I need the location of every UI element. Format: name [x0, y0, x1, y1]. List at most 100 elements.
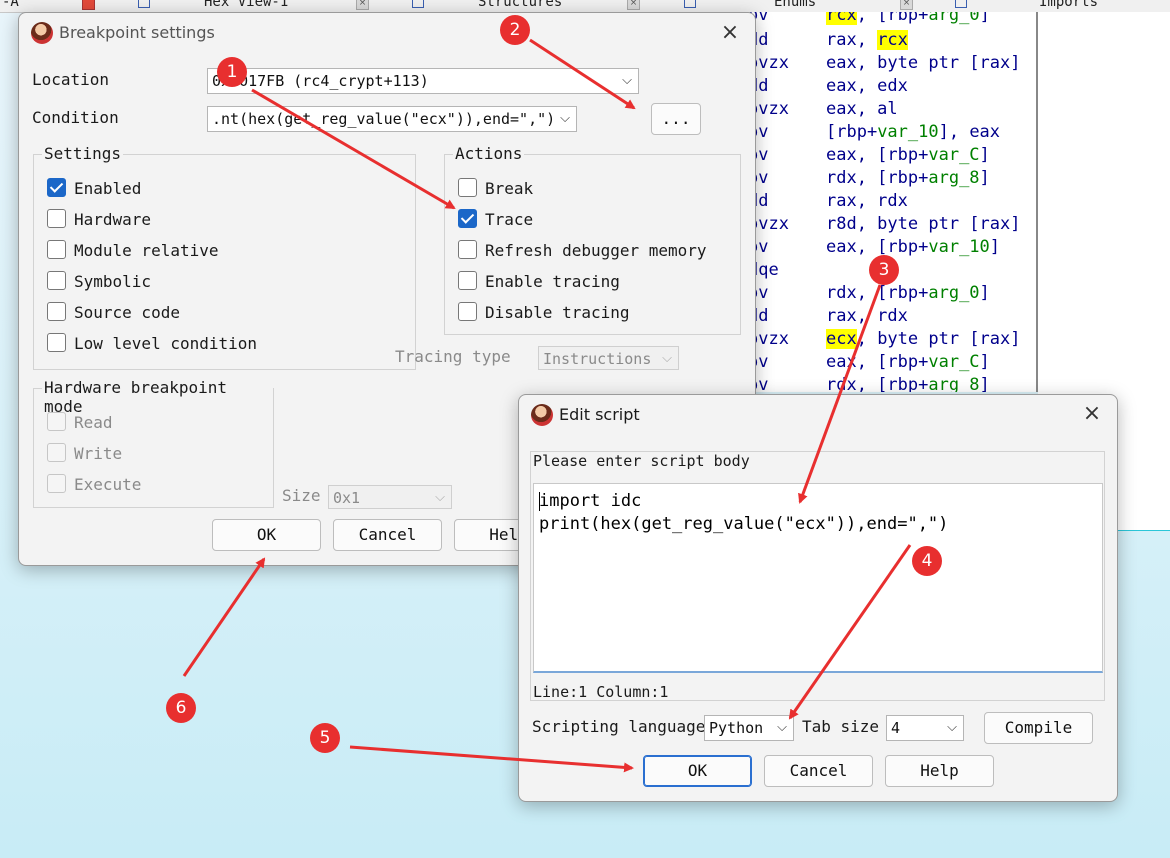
tracing-type-value: Instructions: [543, 350, 652, 368]
scripting-language-combo[interactable]: Python ⌵: [704, 715, 794, 741]
hardware-checkbox[interactable]: [47, 209, 66, 228]
refresh-memory-checkbox[interactable]: [458, 240, 477, 259]
source-code-label: Source code: [74, 303, 180, 322]
asm-operands: eax, [rbp+var_10]: [826, 237, 1001, 257]
tracing-type-label: Tracing type: [395, 347, 511, 366]
symbolic-label: Symbolic: [74, 272, 152, 291]
scripting-language-label: Scripting language: [532, 717, 706, 736]
asm-operands: r8d, byte ptr [rax]: [826, 214, 1021, 234]
write-checkbox[interactable]: [47, 443, 66, 462]
dialog-title: Edit script: [559, 405, 640, 424]
asm-operands: rdx, [rbp+arg_8]: [826, 375, 990, 392]
enabled-checkbox[interactable]: [47, 178, 66, 197]
hw-mode-group: Hardware breakpoint mode: [33, 378, 274, 508]
tracing-type-combo[interactable]: Instructions ⌵: [538, 346, 679, 370]
condition-combo[interactable]: .nt(hex(get_reg_value("ecx")),end=",") ⌵: [207, 106, 577, 132]
condition-label: Condition: [32, 108, 119, 127]
close-icon[interactable]: ×: [627, 0, 640, 10]
chevron-down-icon: ⌵: [777, 720, 787, 735]
execute-label: Execute: [74, 475, 142, 494]
tab-size-label: Tab size: [802, 717, 880, 736]
break-label: Break: [485, 179, 534, 198]
hardware-label: Hardware: [74, 210, 152, 229]
enable-tracing-checkbox[interactable]: [458, 271, 477, 290]
read-label: Read: [74, 413, 113, 432]
execute-checkbox[interactable]: [47, 474, 66, 493]
symbolic-checkbox[interactable]: [47, 271, 66, 290]
annotation-marker: 4: [912, 546, 942, 576]
tab-label: Structures: [478, 0, 563, 10]
tab-enums[interactable]: Enums: [684, 0, 816, 12]
location-label: Location: [32, 70, 110, 89]
chevron-down-icon: ⌵: [622, 73, 632, 88]
annotation-marker: 1: [217, 57, 247, 87]
chevron-down-icon: ⌵: [560, 111, 570, 126]
chevron-down-icon: ⌵: [435, 490, 445, 505]
location-combo[interactable]: 0x0017FB (rc4_crypt+113) ⌵: [207, 68, 639, 94]
tab-ida-view[interactable]: -A: [2, 0, 19, 12]
tab-size-value: 4: [891, 719, 901, 737]
asm-operands: eax, [rbp+var_C]: [826, 352, 990, 372]
close-icon[interactable]: ×: [900, 0, 913, 10]
disable-tracing-checkbox[interactable]: [458, 302, 477, 321]
break-checkbox[interactable]: [458, 178, 477, 197]
size-label: Size: [282, 486, 321, 505]
asm-operands: rdx, [rbp+arg_0]: [826, 283, 990, 303]
asm-operands: rdx, [rbp+arg_8]: [826, 168, 990, 188]
bp-cancel-button[interactable]: Cancel: [333, 519, 442, 551]
tab-structures[interactable]: Structures: [412, 0, 562, 12]
module-relative-label: Module relative: [74, 241, 219, 260]
scripting-language-value: Python: [709, 719, 764, 737]
enable-tracing-label: Enable tracing: [485, 272, 620, 291]
tab-hex-view[interactable]: Hex View-1: [138, 0, 288, 12]
code-line: import idc: [539, 491, 642, 511]
script-cancel-button[interactable]: Cancel: [764, 755, 873, 787]
close-icon[interactable]: ×: [356, 0, 369, 10]
asm-operands: ecx, byte ptr [rax]: [826, 329, 1021, 349]
disassembly-view[interactable]: ov rcx, [rbp+arg_0] dd rax, rcx ovzx eax, b…: [740, 12, 1038, 392]
write-label: Write: [74, 444, 123, 463]
asm-operands: eax, edx: [826, 76, 908, 96]
trace-checkbox[interactable]: [458, 209, 477, 228]
ida-app-icon: [31, 22, 53, 44]
low-level-condition-label: Low level condition: [74, 334, 258, 353]
size-value: 0x1: [333, 489, 361, 507]
tab-imports[interactable]: Imports: [955, 0, 1098, 12]
asm-operands: [rbp+var_10], eax: [826, 122, 1001, 142]
imports-icon: [955, 0, 967, 8]
annotation-marker: 5: [310, 723, 340, 753]
tab-label: Imports: [1039, 0, 1099, 10]
actions-title: Actions: [453, 144, 525, 163]
asm-operands: rax, rdx: [826, 306, 908, 326]
enabled-label: Enabled: [74, 179, 142, 198]
edit-condition-button[interactable]: ...: [651, 103, 701, 135]
low-level-condition-checkbox[interactable]: [47, 333, 66, 352]
size-combo[interactable]: 0x1 ⌵: [328, 485, 452, 509]
compile-button[interactable]: Compile: [984, 712, 1093, 744]
tab-size-combo[interactable]: 4 ⌵: [886, 715, 964, 741]
chevron-down-icon: ⌵: [662, 351, 672, 366]
asm-operands: eax, byte ptr [rax]: [826, 53, 1021, 73]
script-help-button[interactable]: Help: [885, 755, 994, 787]
enums-icon: [684, 0, 696, 8]
refresh-memory-label: Refresh debugger memory: [485, 241, 707, 260]
bp-ok-button[interactable]: OK: [212, 519, 321, 551]
script-editor[interactable]: import idc print(hex(get_reg_value("ecx"…: [533, 483, 1103, 673]
close-icon[interactable]: ×: [719, 22, 741, 45]
annotation-marker: 6: [166, 693, 196, 723]
edit-script-dialog: Edit script × Please enter script body i…: [518, 394, 1118, 802]
disable-tracing-label: Disable tracing: [485, 303, 630, 322]
source-code-checkbox[interactable]: [47, 302, 66, 321]
asm-operands: eax, al: [826, 99, 898, 119]
close-icon[interactable]: [82, 0, 95, 10]
cursor-position-status: Line:1 Column:1: [533, 683, 669, 701]
arrow-6: [182, 557, 266, 677]
tab-label: Hex View-1: [204, 0, 289, 10]
asm-operands: eax, [rbp+var_C]: [826, 145, 990, 165]
close-icon[interactable]: ×: [1081, 403, 1103, 426]
module-relative-checkbox[interactable]: [47, 240, 66, 259]
script-ok-button[interactable]: OK: [643, 755, 752, 787]
read-checkbox[interactable]: [47, 412, 66, 431]
annotation-marker: 2: [500, 15, 530, 45]
tab-label: Enums: [774, 0, 817, 10]
